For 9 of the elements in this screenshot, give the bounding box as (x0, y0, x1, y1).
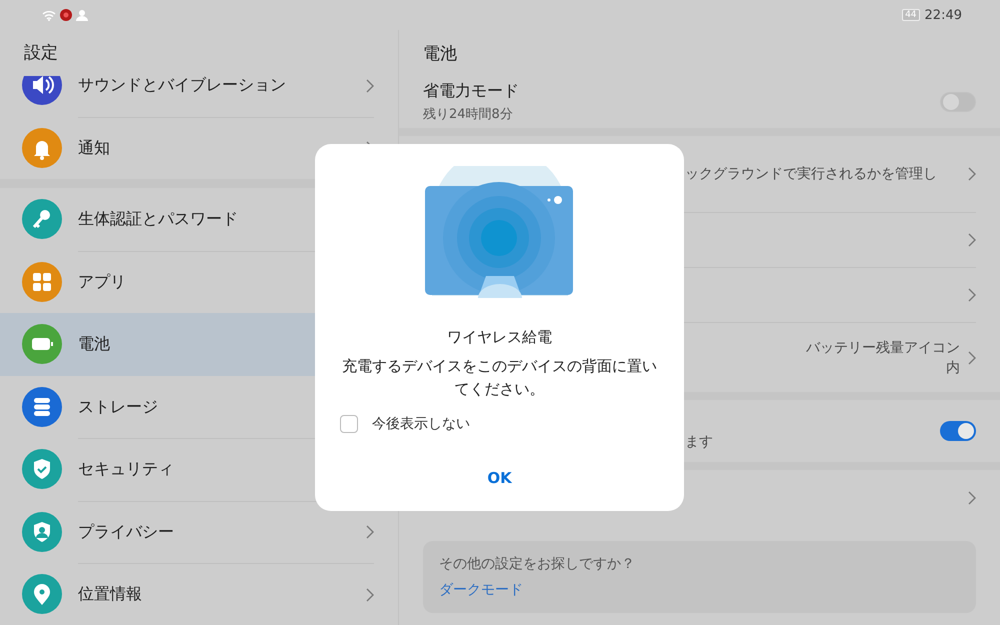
setting-title: 省電力モード (423, 81, 519, 102)
card-question: その他の設定をお探しですか？ (439, 555, 635, 573)
battery-level: 44 (902, 9, 920, 21)
setting-subtitle: 残り24時間8分 (423, 106, 514, 123)
panel-title: 電池 (423, 42, 457, 64)
page-title: 設定 (24, 42, 58, 64)
clock: 22:49 (924, 8, 962, 22)
setting-description: ます (684, 433, 713, 451)
dialog-title: ワイヤレス給電 (447, 328, 552, 347)
